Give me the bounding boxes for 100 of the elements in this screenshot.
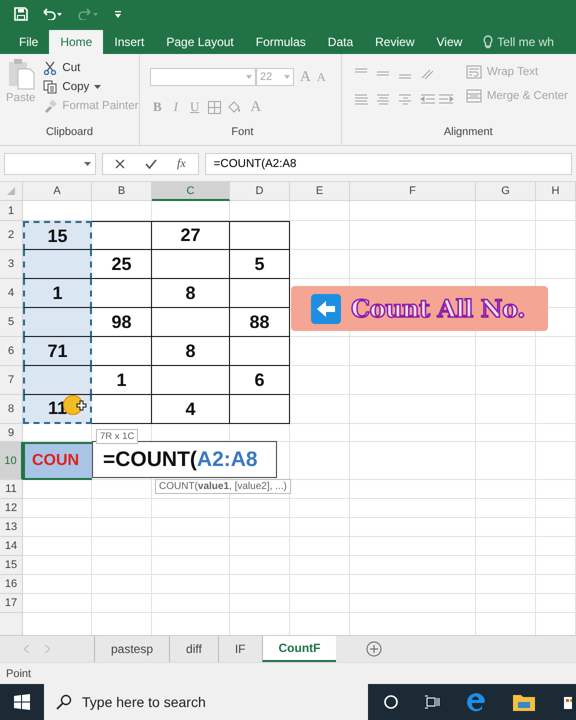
row-header[interactable]: 9: [0, 424, 23, 442]
table-cell: [536, 395, 576, 424]
table-cell: [476, 556, 536, 575]
table-cell: [230, 556, 290, 575]
edge-browser-icon[interactable]: [466, 692, 486, 712]
row-header[interactable]: 6: [0, 337, 23, 366]
copy-button[interactable]: Copy: [41, 79, 140, 95]
row-header[interactable]: 16: [0, 575, 23, 594]
table-cell: [230, 499, 290, 518]
row-header[interactable]: 2: [0, 221, 23, 250]
table-cell: [92, 594, 152, 613]
row-header[interactable]: 14: [0, 537, 23, 556]
row-header[interactable]: 12: [0, 499, 23, 518]
table-cell: [290, 442, 350, 480]
row-header[interactable]: 8: [0, 395, 23, 424]
cancel-icon[interactable]: [115, 158, 125, 168]
table-cell: [230, 279, 290, 308]
column-header[interactable]: H: [536, 182, 576, 201]
row-header[interactable]: 15: [0, 556, 23, 575]
column-header[interactable]: D: [230, 182, 290, 201]
column-header[interactable]: E: [290, 182, 350, 201]
ribbon-tab[interactable]: Data: [316, 30, 364, 54]
ribbon-tab[interactable]: File: [8, 30, 50, 54]
table-cell: [536, 221, 576, 250]
ribbon-tab[interactable]: Review: [364, 30, 426, 54]
add-sheet-icon[interactable]: [366, 641, 382, 657]
table-cell: 8: [152, 279, 230, 308]
table-cell: [536, 480, 576, 499]
column-header[interactable]: F: [350, 182, 476, 201]
ribbon-tab[interactable]: Formulas: [244, 30, 317, 54]
table-cell: [92, 575, 152, 594]
table-cell: [290, 537, 350, 556]
row-header[interactable]: 17: [0, 594, 23, 613]
table-cell: [92, 499, 152, 518]
table-cell: [230, 575, 290, 594]
align-icon: [398, 74, 412, 79]
insert-function-button[interactable]: fx: [177, 156, 186, 171]
table-cell: 27: [152, 221, 230, 250]
row-header[interactable]: 4: [0, 279, 23, 308]
banner-text: Count All No.: [351, 296, 526, 320]
table-cell: 1: [23, 279, 92, 308]
table-cell: [536, 594, 576, 613]
table-cell: 88: [230, 308, 290, 337]
row-header[interactable]: 7: [0, 366, 23, 395]
status-text: Point: [6, 668, 32, 680]
ribbon-tab[interactable]: Page Layout: [155, 30, 245, 54]
table-cell: [230, 201, 290, 221]
table-cell: [476, 594, 536, 613]
table-cell: [536, 499, 576, 518]
ribbon-tab[interactable]: View: [426, 30, 474, 54]
table-cell: [290, 201, 350, 221]
column-header[interactable]: C: [152, 182, 230, 201]
table-cell: [536, 201, 576, 221]
table-cell: [230, 395, 290, 424]
row-header[interactable]: 11: [0, 480, 23, 499]
row-header[interactable]: 3: [0, 250, 23, 279]
table-cell: [536, 250, 576, 279]
row-header[interactable]: 1: [0, 201, 23, 221]
cell-editor[interactable]: =COUNT(A2:A8: [92, 441, 277, 478]
table-cell: 5: [230, 250, 290, 279]
cortana-icon[interactable]: [384, 695, 398, 709]
caret-icon: [94, 85, 102, 89]
align-icon: [354, 68, 368, 73]
formula-field[interactable]: =COUNT(A2:A8: [204, 152, 572, 174]
row-header[interactable]: 5: [0, 308, 23, 337]
table-cell: [290, 366, 350, 395]
table-cell: [476, 537, 536, 556]
sheet-tab[interactable]: CountF: [262, 636, 336, 662]
table-cell: [290, 575, 350, 594]
folder-icon[interactable]: [512, 692, 536, 712]
save-icon[interactable]: [14, 7, 28, 21]
text-align-icon: [354, 94, 368, 105]
scissors-icon: [43, 61, 58, 75]
ribbon-tab[interactable]: Home: [49, 30, 104, 54]
table-cell: [230, 221, 290, 250]
checkmark-icon[interactable]: [145, 158, 157, 168]
column-header[interactable]: A: [23, 182, 92, 201]
column-header[interactable]: B: [92, 182, 152, 201]
task-view-icon[interactable]: [424, 695, 440, 709]
table-cell: [92, 537, 152, 556]
row-header[interactable]: 13: [0, 518, 23, 537]
table-cell: [92, 480, 152, 499]
column-header[interactable]: G: [476, 182, 536, 201]
windows-start-icon[interactable]: [14, 694, 30, 710]
cut-button[interactable]: Cut: [41, 60, 140, 76]
table-cell: [290, 221, 350, 250]
undo-icon[interactable]: [42, 8, 64, 20]
table-cell: [476, 424, 536, 442]
customize-icon[interactable]: [114, 10, 122, 18]
table-cell: [290, 499, 350, 518]
ribbon-tab[interactable]: Insert: [103, 30, 156, 54]
tell-me-search[interactable]: Tell me wh: [473, 30, 554, 54]
indent-icon: [420, 94, 454, 105]
table-cell: [476, 499, 536, 518]
table-cell: [230, 537, 290, 556]
row-header[interactable]: 10: [0, 442, 23, 480]
table-cell: 1: [92, 366, 152, 395]
taskbar-search-field[interactable]: Type here to search: [44, 684, 368, 720]
function-tooltip: COUNT(value1, [value2], ...): [155, 479, 291, 494]
table-cell: [92, 337, 152, 366]
